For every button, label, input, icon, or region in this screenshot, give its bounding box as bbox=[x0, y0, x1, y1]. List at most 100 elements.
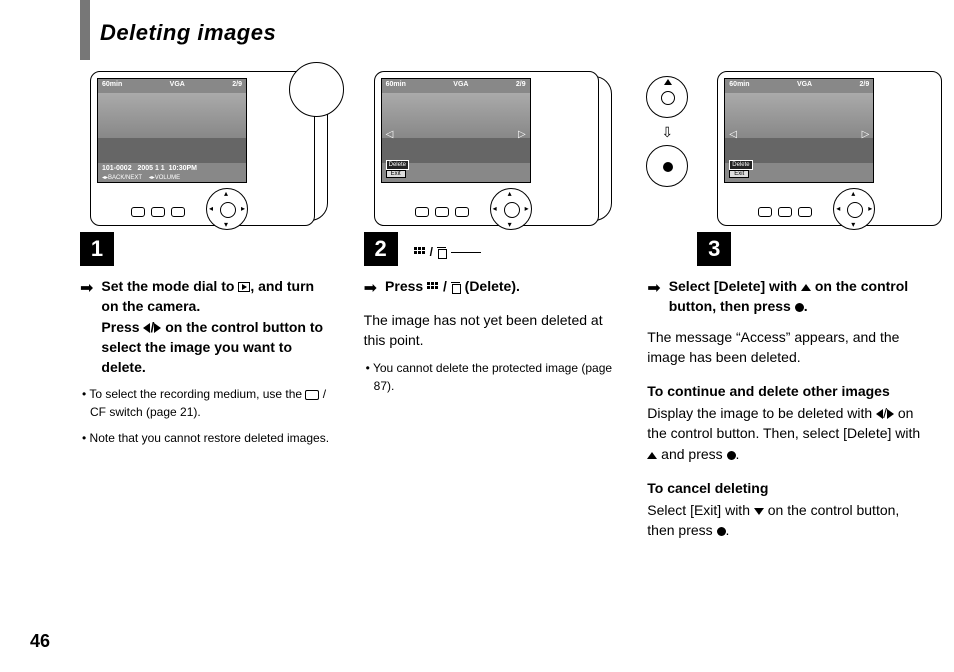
lcd-screen: 60min VGA 2/9 101-0002 2005 1 1 10:30PM … bbox=[97, 78, 247, 183]
step-1-bullet-1: • To select the recording medium, use th… bbox=[80, 385, 334, 421]
continue-delete-heading: To continue and delete other images bbox=[647, 383, 924, 399]
arrow-up-icon: ▴ bbox=[508, 189, 512, 198]
delete-button-callout: / bbox=[414, 245, 481, 259]
control-button: ▴ ▾ ◂ ▸ bbox=[833, 188, 875, 230]
battery-indicator: 60min bbox=[386, 81, 406, 88]
step-2-text: Press / (Delete). bbox=[385, 276, 520, 300]
dpad-center-press bbox=[646, 145, 688, 187]
arrow-down-icon: ▾ bbox=[224, 220, 228, 229]
lcd-delete-option: Delete bbox=[386, 160, 409, 170]
lcd-status-bar: 60min VGA 2/9 bbox=[102, 81, 242, 88]
arrow-down-icon: ▾ bbox=[508, 220, 512, 229]
up-triangle-icon bbox=[647, 452, 657, 459]
image-counter: 2/9 bbox=[516, 81, 526, 88]
arrow-right-icon: ➡ bbox=[647, 277, 660, 317]
trash-icon bbox=[437, 247, 447, 258]
arrow-up-icon: ▴ bbox=[224, 189, 228, 198]
thumbnail-icon bbox=[414, 247, 426, 257]
step-3-body: The message “Access” appears, and the im… bbox=[647, 327, 924, 368]
small-buttons bbox=[131, 207, 185, 217]
camera-figure-3: 60min VGA 2/9 ◁▷ Delete Exit ◂▸BACK/NEXT… bbox=[717, 71, 917, 231]
image-counter: 2/9 bbox=[232, 81, 242, 88]
lcd-delete-option: Delete bbox=[729, 160, 752, 170]
down-triangle-icon bbox=[754, 508, 764, 515]
resolution-label: VGA bbox=[170, 81, 185, 88]
lcd-nav-arrows: ◁▷ bbox=[729, 129, 869, 140]
image-counter: 2/9 bbox=[860, 81, 870, 88]
lcd-status-bar: 60min VGA 2/9 bbox=[386, 81, 526, 88]
right-arrow-icon: ▷ bbox=[862, 129, 870, 140]
left-triangle-icon bbox=[143, 323, 150, 333]
step-1-instruction: ➡ Set the mode dial to , and turn on the… bbox=[80, 276, 334, 377]
lcd-screen: 60min VGA 2/9 ◁▷ Delete Exit ◂▸BACK/NEXT bbox=[724, 78, 874, 183]
arrow-left-icon: ◂ bbox=[209, 204, 213, 213]
up-triangle-icon bbox=[801, 284, 811, 291]
arrow-right-icon: ➡ bbox=[80, 277, 93, 377]
page-number: 46 bbox=[30, 631, 50, 652]
step-1-text: Set the mode dial to , and turn on the c… bbox=[101, 276, 333, 377]
center-dot-icon bbox=[727, 451, 736, 460]
lcd-file-info: 101-0002 2005 1 1 10:30PM bbox=[102, 165, 197, 172]
camera-figure-1: 60min VGA 2/9 101-0002 2005 1 1 10:30PM … bbox=[90, 71, 320, 231]
left-arrow-icon: ◁ bbox=[729, 129, 737, 140]
arrow-up-icon: ▴ bbox=[851, 189, 855, 198]
leader-line bbox=[451, 252, 481, 253]
page-title: Deleting images bbox=[100, 20, 924, 46]
lcd-exit-option: Exit bbox=[729, 170, 749, 178]
cancel-delete-text: Select [Exit] with on the control button… bbox=[647, 500, 924, 541]
step-columns: 60min VGA 2/9 101-0002 2005 1 1 10:30PM … bbox=[80, 71, 924, 541]
lcd-screen: 60min VGA 2/9 ◁▷ Delete Exit ◂▸BACK/NEXT bbox=[381, 78, 531, 183]
mode-dial bbox=[289, 62, 344, 117]
resolution-label: VGA bbox=[453, 81, 468, 88]
step-2-instruction: ➡ Press / (Delete). bbox=[364, 276, 618, 300]
center-dot-icon bbox=[663, 162, 673, 172]
lcd-nav-arrows: ◁▷ bbox=[386, 129, 526, 140]
step-3-text: Select [Delete] with on the control butt… bbox=[669, 276, 924, 317]
continue-delete-text: Display the image to be deleted with / o… bbox=[647, 403, 924, 464]
right-arrow-icon: ▷ bbox=[518, 129, 526, 140]
small-buttons bbox=[415, 207, 469, 217]
arrow-right-icon: ➡ bbox=[364, 277, 377, 300]
playback-mode-icon bbox=[238, 282, 250, 292]
step-1-bullet-2: • Note that you cannot restore deleted i… bbox=[80, 429, 334, 447]
dpad-diagram: ⇩ bbox=[637, 76, 697, 193]
battery-indicator: 60min bbox=[729, 81, 749, 88]
cancel-delete-heading: To cancel deleting bbox=[647, 480, 924, 496]
right-triangle-icon bbox=[887, 409, 894, 419]
step-3-column: ⇩ 60min VGA 2/9 ◁▷ Delete Exit bbox=[647, 71, 924, 541]
memorystick-icon bbox=[305, 390, 319, 400]
step-3-instruction: ➡ Select [Delete] with on the control bu… bbox=[647, 276, 924, 317]
left-triangle-icon bbox=[876, 409, 883, 419]
trash-icon bbox=[451, 282, 461, 293]
arrow-down-icon: ▾ bbox=[851, 220, 855, 229]
control-button: ▴ ▾ ◂ ▸ bbox=[206, 188, 248, 230]
lcd-status-bar: 60min VGA 2/9 bbox=[729, 81, 869, 88]
camera-body: 60min VGA 2/9 ◁▷ Delete Exit ◂▸BACK/NEXT… bbox=[374, 71, 599, 226]
left-arrow-icon: ◁ bbox=[386, 129, 394, 140]
step-2-bullet-1: • You cannot delete the protected image … bbox=[364, 359, 618, 395]
arrow-left-icon: ◂ bbox=[493, 204, 497, 213]
lcd-photo-sky bbox=[98, 93, 246, 138]
small-buttons bbox=[758, 207, 812, 217]
up-triangle-icon bbox=[664, 79, 672, 85]
step-1-column: 60min VGA 2/9 101-0002 2005 1 1 10:30PM … bbox=[80, 71, 334, 541]
arrow-left-icon: ◂ bbox=[836, 204, 840, 213]
arrow-right-icon: ▸ bbox=[868, 204, 872, 213]
lcd-photo-land bbox=[98, 138, 246, 163]
camera-body: 60min VGA 2/9 101-0002 2005 1 1 10:30PM … bbox=[90, 71, 315, 226]
control-button: ▴ ▾ ◂ ▸ bbox=[490, 188, 532, 230]
step-2-column: 60min VGA 2/9 ◁▷ Delete Exit ◂▸BACK/NEXT… bbox=[364, 71, 618, 541]
lcd-nav-hints: ◂▸BACK/NEXT ◂▸VOLUME bbox=[102, 174, 180, 181]
battery-indicator: 60min bbox=[102, 81, 122, 88]
lcd-back-next-hint: ◂▸BACK/NEXT bbox=[412, 181, 452, 183]
lcd-back-next-hint: ◂▸BACK/NEXT bbox=[755, 181, 795, 183]
dpad-up-select bbox=[646, 76, 688, 118]
down-arrow-icon: ⇩ bbox=[637, 124, 697, 141]
camera-figure-2: 60min VGA 2/9 ◁▷ Delete Exit ◂▸BACK/NEXT… bbox=[374, 71, 604, 231]
resolution-label: VGA bbox=[797, 81, 812, 88]
center-dot-icon bbox=[717, 527, 726, 536]
center-dot-icon bbox=[795, 303, 804, 312]
lcd-exit-option: Exit bbox=[386, 170, 406, 178]
header-accent-bar bbox=[80, 0, 90, 60]
step-3-badge: 3 bbox=[697, 232, 731, 266]
